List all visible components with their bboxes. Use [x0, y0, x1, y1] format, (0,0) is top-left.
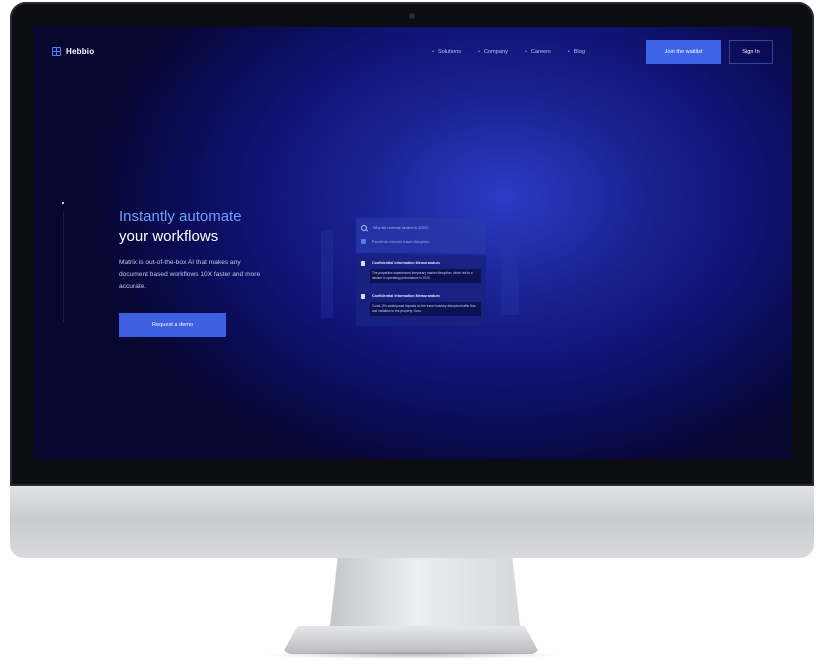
monitor-base — [282, 626, 540, 654]
top-nav: Hebbio • Solutions • Company • Careers • Blo… — [34, 27, 792, 73]
query-card: Why did revenue decline in 2020? Pandemi… — [356, 218, 486, 253]
nav-link-blog[interactable]: • Blog — [568, 49, 585, 55]
result-title: Confidential Information Memorandum — [372, 294, 440, 298]
document-icon — [361, 261, 365, 266]
logo[interactable]: Hebbio — [52, 47, 94, 56]
webcam-dot — [409, 13, 415, 19]
nav-link-solutions[interactable]: • Solutions — [432, 49, 461, 55]
bullet-icon: • — [477, 49, 480, 55]
scroll-indicator-dot — [62, 202, 64, 204]
sign-in-button[interactable]: Sign In — [729, 40, 773, 64]
monitor-stand — [330, 558, 520, 626]
result-snippet: The properties experienced temporary mar… — [370, 269, 481, 283]
result-title: Confidential Information Memorandum — [372, 261, 440, 265]
preview-ghost-card-left — [321, 230, 333, 318]
search-query: Why did revenue decline in 2020? — [373, 226, 429, 230]
product-preview-panel: Why did revenue decline in 2020? Pandemi… — [356, 218, 486, 326]
answer-tag: Pandemic induced travel disruption — [372, 239, 430, 244]
hero: Instantly automate your workflows Matrix… — [119, 207, 319, 293]
logo-text: Hebbio — [66, 47, 95, 56]
search-icon — [361, 225, 367, 231]
scroll-indicator-track — [63, 212, 64, 322]
screen: Hebbio • Solutions • Company • Careers • Blo… — [34, 27, 792, 459]
request-demo-button[interactable]: Request a demo — [119, 313, 226, 337]
nav-link-careers[interactable]: • Careers — [525, 49, 551, 55]
hero-title-rest: your workflows — [119, 228, 219, 245]
tag-icon — [361, 239, 366, 244]
nav-links: • Solutions • Company • Careers • Blog — [432, 49, 602, 55]
results-card: Confidential Information Memorandum The … — [356, 255, 486, 326]
preview-ghost-card-right — [501, 225, 519, 315]
nav-link-company[interactable]: • Company — [478, 49, 508, 55]
document-icon — [361, 294, 365, 299]
hero-subtitle: Matrix is out-of-the-box AI that makes a… — [119, 259, 261, 290]
logo-grid-icon — [52, 47, 61, 56]
monitor-mockup: Hebbio • Solutions • Company • Careers • Blo… — [0, 0, 816, 667]
search-row[interactable]: Why did revenue decline in 2020? — [361, 225, 429, 231]
hero-title-accent: Instantly automate — [119, 208, 242, 225]
bullet-icon: • — [432, 49, 434, 55]
bullet-icon: • — [524, 49, 527, 55]
base-shadow — [262, 651, 562, 659]
hero-title: Instantly automate your workflows — [119, 207, 319, 247]
bullet-icon: • — [567, 49, 570, 55]
result-snippet: Covid-19's widespread impacts on the tra… — [370, 302, 481, 316]
join-waitlist-button[interactable]: Join the waitlist — [646, 40, 721, 64]
answer-tag-row: Pandemic induced travel disruption — [361, 239, 429, 244]
monitor-chin — [10, 486, 814, 558]
